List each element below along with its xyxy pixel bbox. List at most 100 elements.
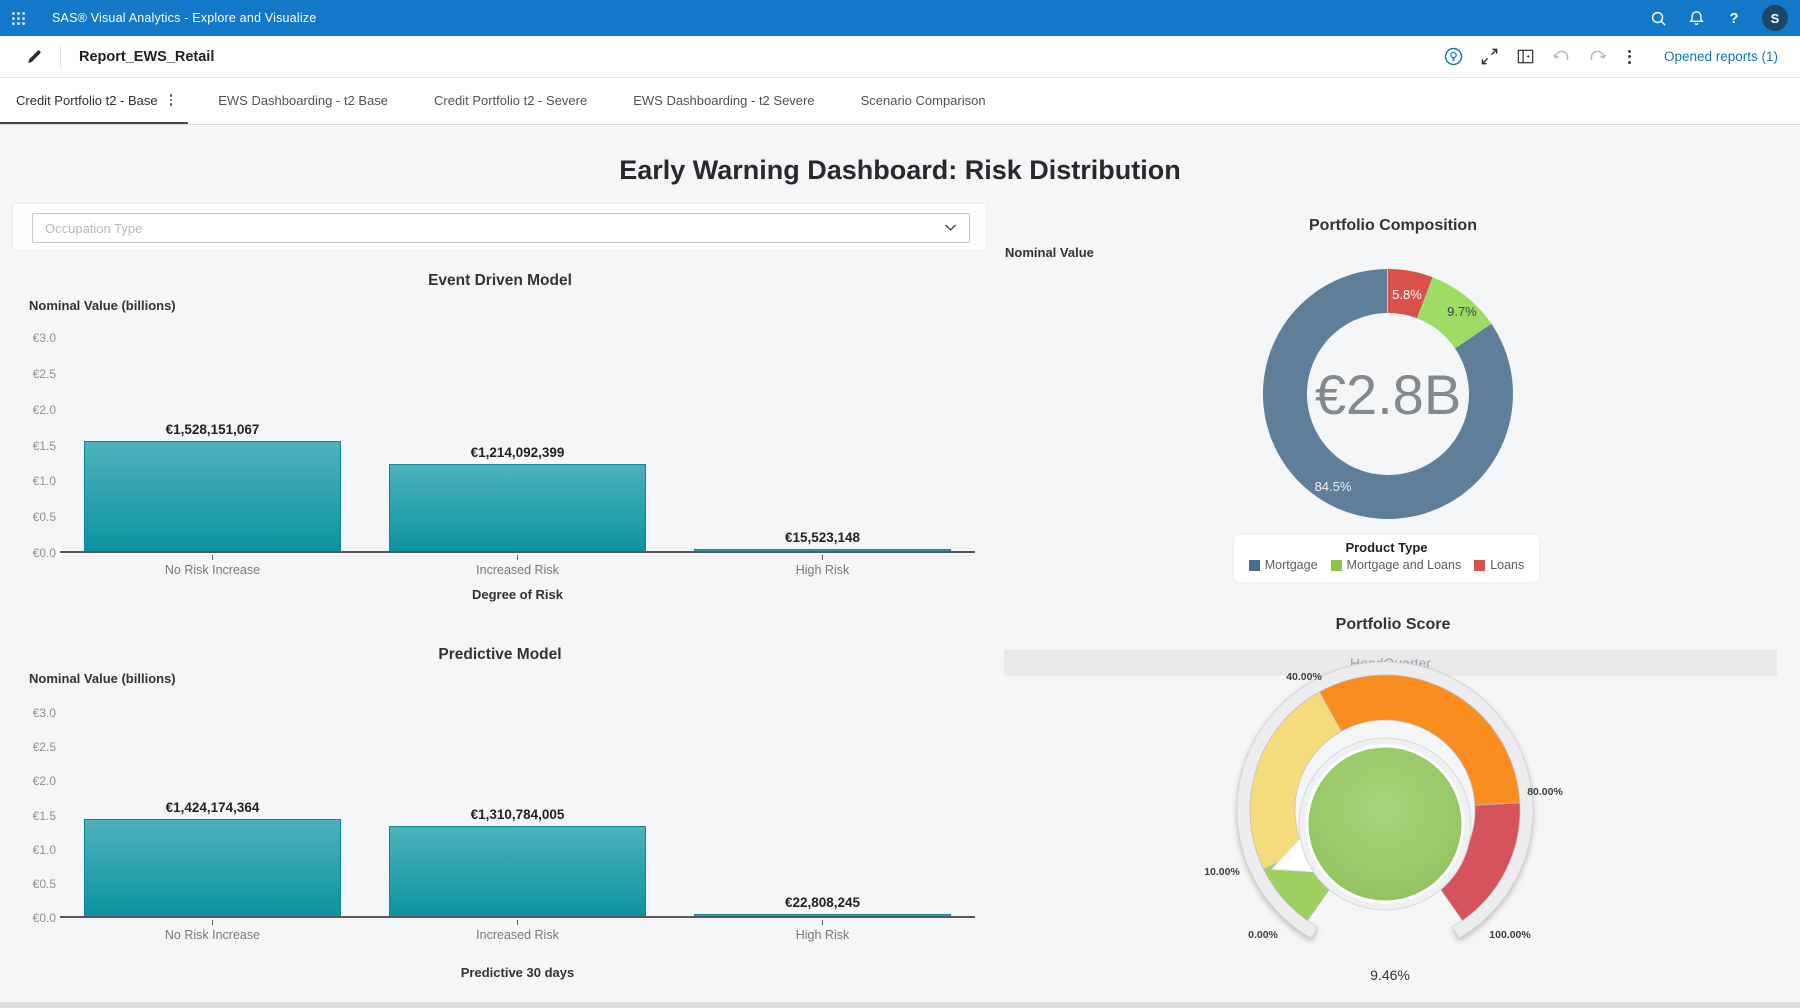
y-tick: €1.5	[33, 439, 56, 453]
y-tick: €0.5	[33, 877, 56, 891]
donut-legend-items: Mortgage Mortgage and Loans Loans	[1234, 558, 1539, 572]
category-label: No Risk Increase	[60, 555, 365, 577]
donut-chart[interactable]: 5.8% 9.7% 84.5% €2.8B	[1253, 259, 1523, 529]
filter-panel: Occupation Type	[12, 203, 987, 251]
legend-swatch	[1474, 560, 1485, 571]
gauge-tick-40: 40.00%	[1286, 671, 1322, 683]
y-axis-ticks: €3.0€2.5€2.0€1.5€1.0€0.5€0.0	[10, 713, 56, 918]
bar-slot: €1,214,092,399	[365, 338, 670, 551]
bar-increased-risk[interactable]	[389, 826, 645, 916]
bar-increased-risk[interactable]	[389, 464, 645, 551]
tab-credit-portfolio-t2-base[interactable]: Credit Portfolio t2 - Base	[0, 78, 188, 124]
bar-slot: €22,808,245	[670, 713, 975, 916]
tab-label: EWS Dashboarding - t2 Severe	[633, 93, 814, 108]
chart-title: Event Driven Model	[0, 272, 1000, 290]
y-tick: €0.0	[33, 546, 56, 560]
occupation-type-select[interactable]: Occupation Type	[32, 213, 970, 243]
chart-title: Predictive Model	[0, 646, 1000, 664]
slice-pct-mortgage: 84.5%	[1315, 479, 1352, 494]
bar-value-label: €1,310,784,005	[471, 807, 565, 822]
legend-swatch	[1331, 560, 1342, 571]
legend-label: Mortgage	[1265, 558, 1318, 572]
tab-menu-kebab-icon[interactable]	[170, 94, 173, 106]
divider	[60, 45, 61, 69]
insights-lightbulb-icon[interactable]	[1443, 46, 1464, 67]
report-name: Report_EWS_Retail	[79, 49, 214, 65]
tab-ews-dashboarding-t2-severe[interactable]: EWS Dashboarding - t2 Severe	[617, 78, 830, 124]
search-icon[interactable]	[1648, 8, 1668, 28]
y-tick: €0.5	[33, 510, 56, 524]
y-tick: €2.0	[33, 403, 56, 417]
fullscreen-expand-icon[interactable]	[1479, 46, 1500, 67]
y-tick: €2.5	[33, 740, 56, 754]
category-label: Increased Risk	[365, 920, 670, 942]
y-tick: €1.0	[33, 474, 56, 488]
gauge-tick-0: 0.00%	[1248, 929, 1278, 941]
gauge-tick-80: 80.00%	[1527, 786, 1563, 798]
gauge-kpi-circle[interactable]	[1307, 746, 1463, 902]
y-tick: €3.0	[33, 331, 56, 345]
y-axis-label: Nominal Value (billions)	[29, 298, 176, 313]
more-options-kebab-icon[interactable]	[1623, 47, 1637, 67]
tab-label: Credit Portfolio t2 - Severe	[434, 93, 587, 108]
page-title: Early Warning Dashboard: Risk Distributi…	[0, 155, 1800, 186]
tab-label: Credit Portfolio t2 - Base	[16, 93, 158, 108]
gauge-chart[interactable]	[1225, 660, 1545, 960]
report-canvas: Early Warning Dashboard: Risk Distributi…	[0, 125, 1800, 1008]
donut-center-total: €2.8B	[1315, 363, 1461, 426]
x-axis-categories: No Risk IncreaseIncreased RiskHigh Risk	[60, 920, 975, 942]
plot-area: €1,424,174,364€1,310,784,005€22,808,245	[60, 713, 975, 918]
y-axis-label: Nominal Value (billions)	[29, 671, 176, 686]
tab-credit-portfolio-t2-severe[interactable]: Credit Portfolio t2 - Severe	[418, 78, 603, 124]
bar-value-label: €22,808,245	[785, 895, 860, 910]
tab-ews-dashboarding-t2-base[interactable]: EWS Dashboarding - t2 Base	[202, 78, 404, 124]
legend-label: Loans	[1490, 558, 1524, 572]
legend-label: Mortgage and Loans	[1347, 558, 1462, 572]
legend-item-loans[interactable]: Loans	[1474, 558, 1524, 572]
app-title: SAS® Visual Analytics - Explore and Visu…	[52, 11, 316, 25]
bar-high-risk[interactable]	[694, 549, 950, 551]
chevron-down-icon	[944, 224, 957, 232]
x-axis-categories: No Risk IncreaseIncreased RiskHigh Risk	[60, 555, 975, 577]
slice-pct-mortgage-and-loans: 9.7%	[1447, 304, 1477, 319]
donut-title: Portfolio Composition	[1093, 217, 1693, 235]
opened-reports-link[interactable]: Opened reports (1)	[1664, 49, 1778, 64]
event-driven-model-chart: Event Driven Model Nominal Value (billio…	[0, 270, 1000, 620]
x-axis-label: Predictive 30 days	[60, 965, 975, 980]
plot-area: €1,528,151,067€1,214,092,399€15,523,148	[60, 338, 975, 553]
tab-label: EWS Dashboarding - t2 Base	[218, 93, 388, 108]
donut-measure-label: Nominal Value	[1005, 245, 1094, 260]
category-label: High Risk	[670, 555, 975, 577]
select-placeholder: Occupation Type	[45, 221, 142, 236]
slice-pct-loans: 5.8%	[1392, 287, 1422, 302]
bar-slot: €1,528,151,067	[60, 338, 365, 551]
x-axis-label: Degree of Risk	[60, 587, 975, 602]
panel-layout-icon[interactable]	[1515, 46, 1536, 67]
gauge-tick-100: 100.00%	[1489, 929, 1530, 941]
legend-item-mortgage[interactable]: Mortgage	[1249, 558, 1318, 572]
app-bar: SAS® Visual Analytics - Explore and Visu…	[0, 0, 1800, 36]
undo-icon[interactable]	[1551, 46, 1572, 67]
legend-title: Product Type	[1234, 540, 1539, 555]
category-label: High Risk	[670, 920, 975, 942]
redo-icon[interactable]	[1587, 46, 1608, 67]
y-tick: €3.0	[33, 706, 56, 720]
bar-high-risk[interactable]	[694, 914, 950, 916]
y-tick: €2.5	[33, 367, 56, 381]
y-tick: €1.0	[33, 843, 56, 857]
help-icon[interactable]: ?	[1724, 8, 1744, 28]
tab-label: Scenario Comparison	[861, 93, 986, 108]
gauge-value: 9.46%	[1290, 967, 1490, 983]
bar-slot: €15,523,148	[670, 338, 975, 551]
bar-no-risk-increase[interactable]	[84, 441, 340, 551]
legend-item-mortgage-and-loans[interactable]: Mortgage and Loans	[1331, 558, 1462, 572]
app-menu-icon[interactable]	[11, 11, 26, 26]
tab-scenario-comparison[interactable]: Scenario Comparison	[845, 78, 1002, 124]
user-avatar[interactable]: S	[1762, 5, 1788, 31]
edit-pencil-icon[interactable]	[24, 47, 44, 67]
report-toolbar: Report_EWS_Retail	[0, 36, 1800, 78]
category-label: No Risk Increase	[60, 920, 365, 942]
bottom-scrollbar[interactable]	[0, 1002, 1800, 1008]
notifications-bell-icon[interactable]	[1686, 8, 1706, 28]
bar-no-risk-increase[interactable]	[84, 819, 340, 916]
